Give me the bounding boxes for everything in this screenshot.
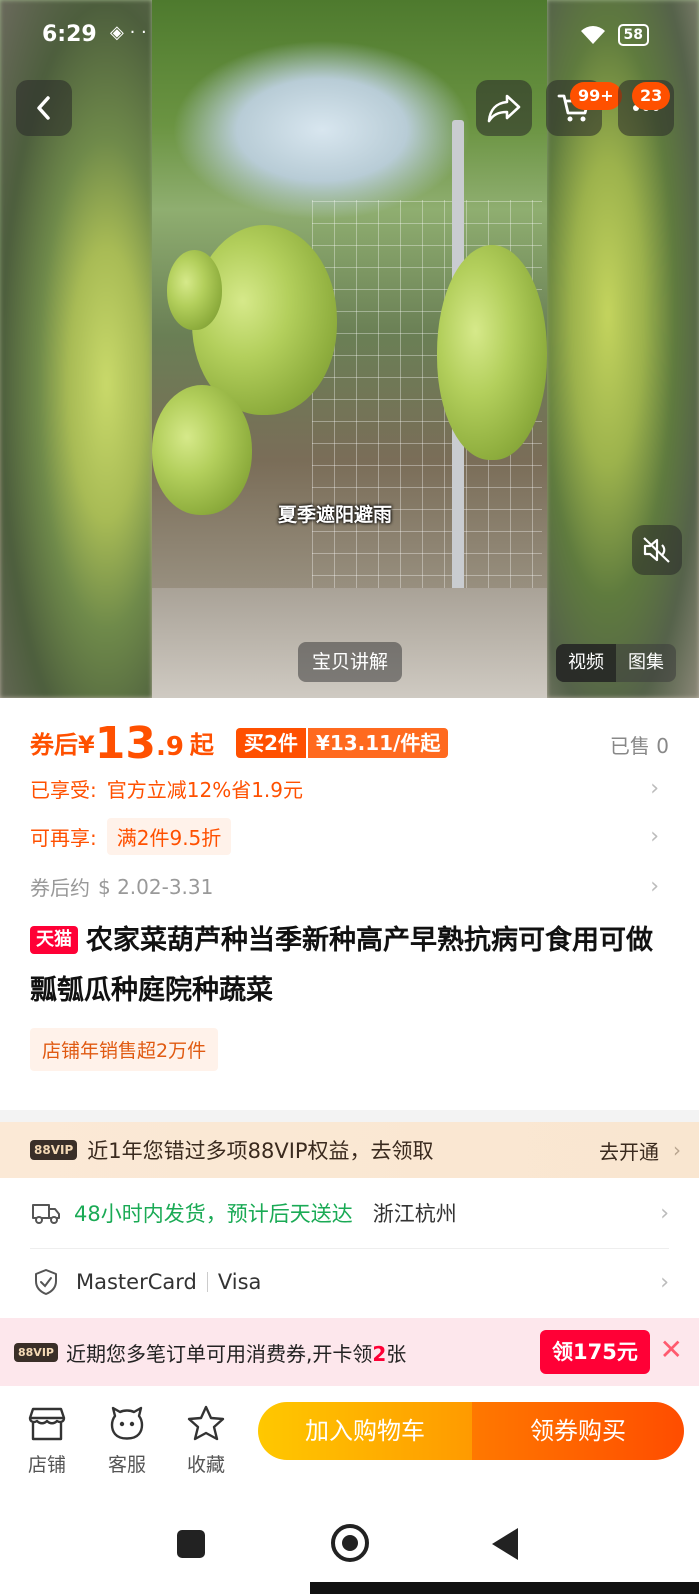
- gourd: [437, 245, 547, 460]
- vip-bar[interactable]: 88VIP 近1年您错过多项88VIP权益，去领取 去开通 ›: [0, 1122, 699, 1178]
- chevron-right-icon: ›: [660, 1200, 669, 1226]
- shield-icon: [30, 1266, 62, 1298]
- section-gap: [0, 1110, 699, 1122]
- vip-logo: 88VIP: [30, 1140, 78, 1160]
- coupon-vip-logo: 88VIP: [14, 1342, 58, 1362]
- service-tab[interactable]: 客服: [97, 1404, 157, 1477]
- approx-text: $ 2.02-3.31: [98, 874, 214, 899]
- service-icon: [97, 1404, 157, 1444]
- buy-with-coupon-button[interactable]: 领券购买: [472, 1402, 684, 1460]
- chevron-right-icon: ›: [660, 1269, 669, 1295]
- approx-label: 券后约: [30, 876, 90, 900]
- star-icon: [176, 1404, 236, 1444]
- multi-buy-price: ¥13.11/件起: [307, 728, 449, 758]
- shipping-origin: 浙江杭州: [372, 1202, 457, 1226]
- add-to-cart-button[interactable]: 加入购物车: [258, 1402, 472, 1460]
- payment-visa: Visa: [217, 1270, 262, 1294]
- promo-more-label: 可再享:: [30, 826, 97, 850]
- gourd: [152, 385, 252, 515]
- vip-text: 近1年您错过多项88VIP权益，去领取: [87, 1139, 434, 1163]
- price-suffix: 起: [189, 731, 214, 759]
- shipping-row[interactable]: 48小时内发货，预计后天送达 浙江杭州 ›: [0, 1180, 699, 1246]
- store-icon: [17, 1404, 77, 1444]
- mute-icon: [643, 537, 670, 563]
- multi-buy-tag: 买2件 ¥13.11/件起: [236, 728, 449, 758]
- truck-icon: [30, 1197, 62, 1229]
- chevron-right-icon: ›: [650, 824, 659, 849]
- back-button[interactable]: [16, 80, 72, 136]
- gourd: [167, 250, 222, 330]
- promo-enjoyed-text: 官方立减12%省1.9元: [106, 778, 304, 802]
- store-tab[interactable]: 店铺: [17, 1404, 77, 1477]
- coupon-count: 2: [372, 1341, 387, 1366]
- vip-open-link[interactable]: 去开通: [599, 1136, 659, 1165]
- chevron-right-icon: ›: [673, 1138, 681, 1162]
- mute-button[interactable]: [632, 525, 682, 575]
- sold-count: 已售 0: [609, 734, 669, 758]
- payment-separator: [206, 1272, 208, 1292]
- tmall-tag: 天猫: [30, 926, 78, 954]
- coupon-text-before: 近期您多笔订单可用消费券,开卡领: [65, 1341, 373, 1366]
- price-integer: 13: [94, 718, 156, 769]
- promo-enjoyed-row[interactable]: 已享受: 官方立减12%省1.9元 ›: [30, 774, 659, 803]
- tab-gallery[interactable]: 图集: [616, 644, 676, 682]
- status-time: 6:29: [42, 22, 97, 47]
- approx-price-row[interactable]: 券后约 $ 2.02-3.31 ›: [30, 872, 659, 901]
- home-button[interactable]: [331, 1524, 369, 1562]
- chevron-right-icon: ›: [650, 874, 659, 899]
- claim-coupon-button[interactable]: 领175元: [540, 1330, 650, 1374]
- favorite-tab-label: 收藏: [186, 1454, 225, 1476]
- media-tabs: 视频 图集: [556, 644, 676, 682]
- gesture-handle: [310, 1582, 699, 1594]
- price: 券后¥ 13 .9 起: [30, 722, 214, 766]
- message-badge: 23: [632, 82, 671, 110]
- store-tab-label: 店铺: [27, 1454, 66, 1476]
- shipping-text: 48小时内发货，预计后天送达: [74, 1202, 353, 1226]
- service-tab-label: 客服: [107, 1454, 146, 1476]
- product-media[interactable]: 6:29 ◈ · · 58 99+ 23 夏季遮阳避雨 宝贝讲解 视频 图集: [0, 0, 699, 698]
- multi-buy-qty: 买2件: [236, 728, 306, 758]
- promo-enjoyed-label: 已享受:: [30, 778, 97, 802]
- status-right: 58: [578, 24, 649, 46]
- share-icon: [487, 94, 521, 123]
- explain-button[interactable]: 宝贝讲解: [298, 642, 403, 682]
- close-icon[interactable]: ✕: [660, 1336, 683, 1364]
- coupon-text-after: 张: [386, 1341, 407, 1366]
- back-nav-button[interactable]: [492, 1528, 518, 1560]
- payment-mastercard: MasterCard: [76, 1270, 197, 1294]
- wifi-icon: [580, 26, 605, 44]
- product-title: 天猫 农家菜葫芦种当季新种高产早熟抗病可食用可做瓢瓠瓜种庭院种蔬菜: [30, 916, 659, 1016]
- product-title-text: 农家菜葫芦种当季新种高产早熟抗病可食用可做瓢瓠瓜种庭院种蔬菜: [30, 925, 653, 1006]
- bottom-action-bar: 店铺 客服 收藏 加入购物车 领券购买: [0, 1386, 699, 1494]
- recents-button[interactable]: [177, 1530, 205, 1558]
- coupon-text: 近期您多笔订单可用消费券,开卡领2张: [66, 1338, 406, 1367]
- payment-row[interactable]: MasterCard Visa ›: [0, 1249, 699, 1315]
- coupon-bar[interactable]: 88VIP 近期您多笔订单可用消费券,开卡领2张 领175元 ✕: [0, 1318, 699, 1386]
- back-icon: [37, 96, 50, 120]
- status-icons: ◈ · ·: [110, 22, 147, 43]
- battery-indicator: 58: [617, 24, 649, 46]
- chevron-right-icon: ›: [650, 776, 659, 801]
- tab-video[interactable]: 视频: [556, 644, 616, 682]
- product-info: 券后¥ 13 .9 起 买2件 ¥13.11/件起 已售 0 已享受: 官方立减…: [0, 698, 699, 1110]
- cart-badge: 99+: [570, 82, 622, 110]
- video-sky: [172, 40, 472, 220]
- store-sales-tag: 店铺年销售超2万件: [30, 1028, 219, 1071]
- video-caption: 夏季遮阳避雨: [278, 504, 393, 526]
- favorite-tab[interactable]: 收藏: [176, 1404, 236, 1477]
- promo-more-text: 满2件9.5折: [106, 818, 232, 855]
- promo-more-row[interactable]: 可再享: 满2件9.5折 ›: [30, 818, 659, 855]
- system-nav-bar: [0, 1494, 699, 1594]
- price-decimal: .9: [155, 732, 184, 762]
- share-button[interactable]: [476, 80, 532, 136]
- price-prefix: 券后¥: [30, 731, 95, 759]
